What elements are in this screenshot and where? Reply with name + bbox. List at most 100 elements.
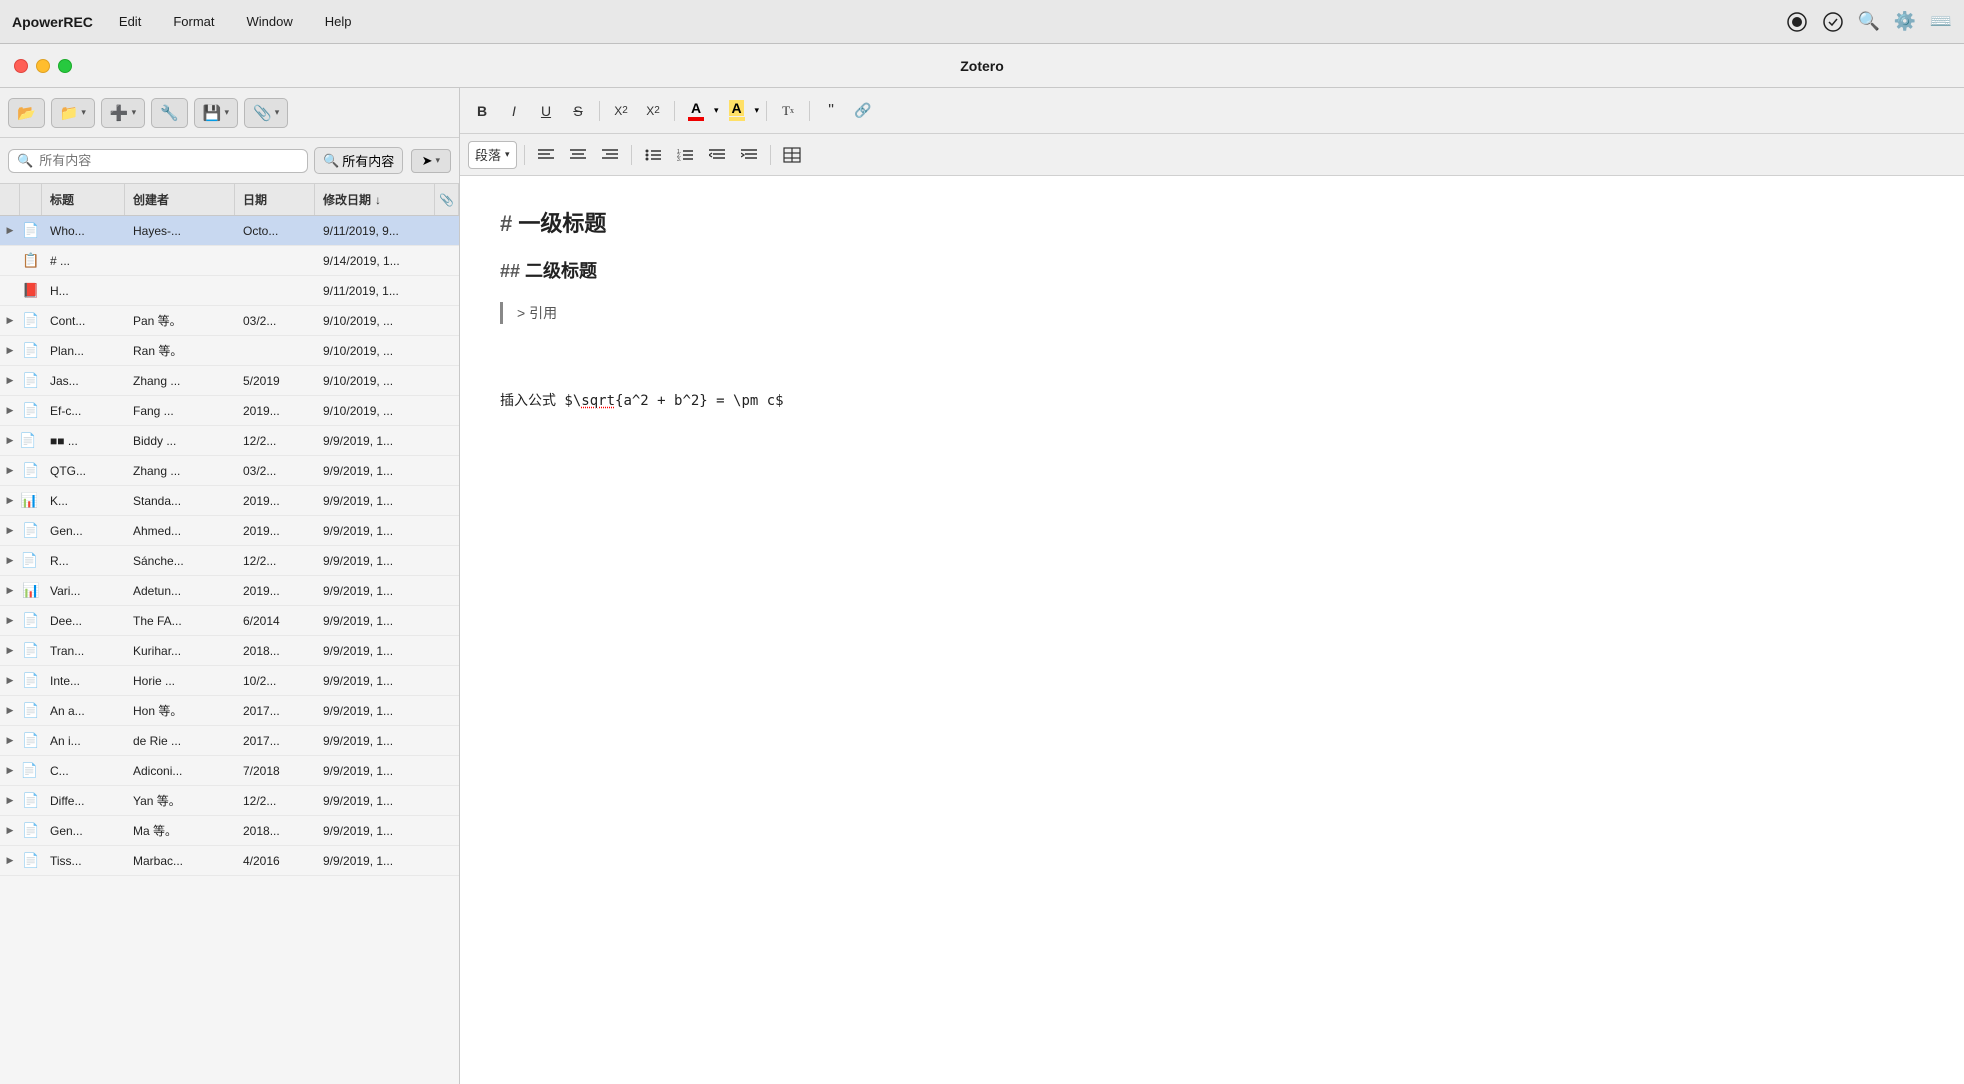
close-button[interactable] [14, 59, 28, 73]
list-item[interactable]: ▶📄Gen...Ahmed...2019...9/9/2019, 1... [0, 516, 459, 546]
expand-cell[interactable]: ▶ [0, 645, 20, 656]
list-item[interactable]: ▶📄Plan...Ran 等。9/10/2019, ... [0, 336, 459, 366]
clear-format-button[interactable]: Tx [774, 98, 802, 124]
list-item[interactable]: ▶📄■■ ...Biddy ...12/2...9/9/2019, 1... [0, 426, 459, 456]
num-list-button[interactable]: 1.2.3. [671, 142, 699, 168]
expand-cell[interactable]: ▶ [0, 525, 20, 536]
expand-cell[interactable]: ▶ [0, 495, 20, 506]
align-left-button[interactable] [532, 142, 560, 168]
list-item[interactable]: ▶📊Vari...Adetun...2019...9/9/2019, 1... [0, 576, 459, 606]
blockquote-button[interactable]: " [817, 98, 845, 124]
list-item[interactable]: ▶📄C...Adiconi...7/20189/9/2019, 1... [0, 756, 459, 786]
list-item[interactable]: ▶📊K...Standa...2019...9/9/2019, 1... [0, 486, 459, 516]
expand-cell[interactable]: ▶ [0, 345, 20, 356]
list-item[interactable]: ▶📄QTG...Zhang ...03/2...9/9/2019, 1... [0, 456, 459, 486]
date-cell: 7/2018 [235, 764, 315, 778]
expand-cell[interactable]: ▶ [0, 855, 20, 866]
date-cell: 12/2... [235, 554, 315, 568]
font-color-chevron[interactable]: ▾ [714, 105, 719, 116]
maximize-button[interactable] [58, 59, 72, 73]
search-wrap[interactable]: 🔍 [8, 149, 308, 173]
expand-cell[interactable]: ▶ [0, 375, 20, 386]
record-icon[interactable] [1786, 11, 1808, 33]
list-item[interactable]: ▶📄Jas...Zhang ...5/20199/10/2019, ... [0, 366, 459, 396]
paragraph-select[interactable]: 段落 ▾ [468, 141, 517, 169]
nav-forward-button[interactable]: ➤ ▾ [411, 149, 451, 173]
list-item[interactable]: ▶📄Cont...Pan 等。03/2...9/10/2019, ... [0, 306, 459, 336]
list-item[interactable]: ▶📄Dee...The FA...6/20149/9/2019, 1... [0, 606, 459, 636]
editor-content[interactable]: # 一级标题 ## 二级标题 > 引用 插入公式 $\sqrt{a^2 + b^… [460, 176, 1964, 1084]
strikethrough-button[interactable]: S [564, 98, 592, 124]
expand-cell[interactable]: ▶ [0, 615, 20, 626]
expand-cell[interactable]: ▶ [0, 225, 20, 236]
expand-cell[interactable]: ▶ [0, 585, 20, 596]
attach-button[interactable]: 📎 ▾ [244, 98, 288, 128]
bullet-list-button[interactable] [639, 142, 667, 168]
col-date-header[interactable]: 日期 [235, 184, 315, 215]
settings-icon[interactable]: ⚙️ [1894, 11, 1916, 33]
expand-cell[interactable]: ▶ [0, 405, 20, 416]
list-item[interactable]: ▶📄Tiss...Marbac...4/20169/9/2019, 1... [0, 846, 459, 876]
save-icon: 💾 [203, 104, 222, 122]
expand-cell[interactable]: ▶ [0, 795, 20, 806]
menu-edit[interactable]: Edit [113, 10, 147, 33]
creator-cell: Sánche... [125, 554, 235, 568]
save-button[interactable]: 💾 ▾ [194, 98, 238, 128]
col-title-header[interactable]: 标题 [42, 184, 125, 215]
font-color-button[interactable]: A [682, 98, 710, 124]
expand-cell[interactable]: ▶ [0, 555, 20, 566]
chevron-down-icon-5: ▾ [435, 155, 440, 166]
col-modified-header[interactable]: 修改日期 ↓ [315, 184, 435, 215]
list-item[interactable]: ▶📄Who...Hayes-...Octo...9/11/2019, 9... [0, 216, 459, 246]
list-item[interactable]: ▶📄Diffe...Yan 等。12/2...9/9/2019, 1... [0, 786, 459, 816]
subscript-button[interactable]: X2 [607, 98, 635, 124]
align-center-button[interactable] [564, 142, 592, 168]
icon-cell: 📊 [20, 492, 42, 509]
list-item[interactable]: 📋# ...9/14/2019, 1... [0, 246, 459, 276]
keyboard-icon[interactable]: ⌨️ [1930, 11, 1952, 33]
expand-cell[interactable]: ▶ [0, 705, 20, 716]
expand-cell[interactable]: ▶ [0, 435, 20, 446]
italic-button[interactable]: I [500, 98, 528, 124]
list-item[interactable]: 📕H...9/11/2019, 1... [0, 276, 459, 306]
list-item[interactable]: ▶📄R...Sánche...12/2...9/9/2019, 1... [0, 546, 459, 576]
align-right-button[interactable] [596, 142, 624, 168]
col-creator-header[interactable]: 创建者 [125, 184, 235, 215]
expand-cell[interactable]: ▶ [0, 765, 20, 776]
menu-help[interactable]: Help [319, 10, 358, 33]
folder-button[interactable]: 📁 ▾ [51, 98, 95, 128]
indent-decrease-button[interactable] [703, 142, 731, 168]
list-item[interactable]: ▶📄An a...Hon 等。2017...9/9/2019, 1... [0, 696, 459, 726]
creator-cell: Yan 等。 [125, 792, 235, 809]
list-item[interactable]: ▶📄Gen...Ma 等。2018...9/9/2019, 1... [0, 816, 459, 846]
menu-format[interactable]: Format [167, 10, 220, 33]
list-item[interactable]: ▶📄Ef-c...Fang ...2019...9/10/2019, ... [0, 396, 459, 426]
search-input[interactable] [39, 153, 299, 168]
expand-cell[interactable]: ▶ [0, 675, 20, 686]
bold-button[interactable]: B [468, 98, 496, 124]
badge-icon[interactable] [1822, 11, 1844, 33]
search-filter-button[interactable]: 🔍 所有内容 [314, 147, 403, 174]
expand-cell[interactable]: ▶ [0, 465, 20, 476]
link-button[interactable]: 🔗 [849, 98, 877, 124]
minimize-button[interactable] [36, 59, 50, 73]
date-cell: 2018... [235, 644, 315, 658]
menu-window[interactable]: Window [240, 10, 298, 33]
list-item[interactable]: ▶📄Inte...Horie ...10/2...9/9/2019, 1... [0, 666, 459, 696]
new-item-button[interactable]: 📂 [8, 98, 45, 128]
indent-increase-button[interactable] [735, 142, 763, 168]
list-item[interactable]: ▶📄An i...de Rie ...2017...9/9/2019, 1... [0, 726, 459, 756]
add-button[interactable]: ➕ ▾ [101, 98, 145, 128]
highlight-color-button[interactable]: A [723, 98, 751, 124]
expand-cell[interactable]: ▶ [0, 735, 20, 746]
highlight-color-chevron[interactable]: ▾ [755, 105, 760, 116]
expand-cell[interactable]: ▶ [0, 825, 20, 836]
creator-cell: Zhang ... [125, 464, 235, 478]
list-item[interactable]: ▶📄Tran...Kurihar...2018...9/9/2019, 1... [0, 636, 459, 666]
superscript-button[interactable]: X2 [639, 98, 667, 124]
underline-button[interactable]: U [532, 98, 560, 124]
insert-table-button[interactable] [778, 142, 806, 168]
tools-button[interactable]: 🔧 [151, 98, 188, 128]
expand-cell[interactable]: ▶ [0, 315, 20, 326]
search-menu-icon[interactable]: 🔍 [1858, 11, 1880, 33]
